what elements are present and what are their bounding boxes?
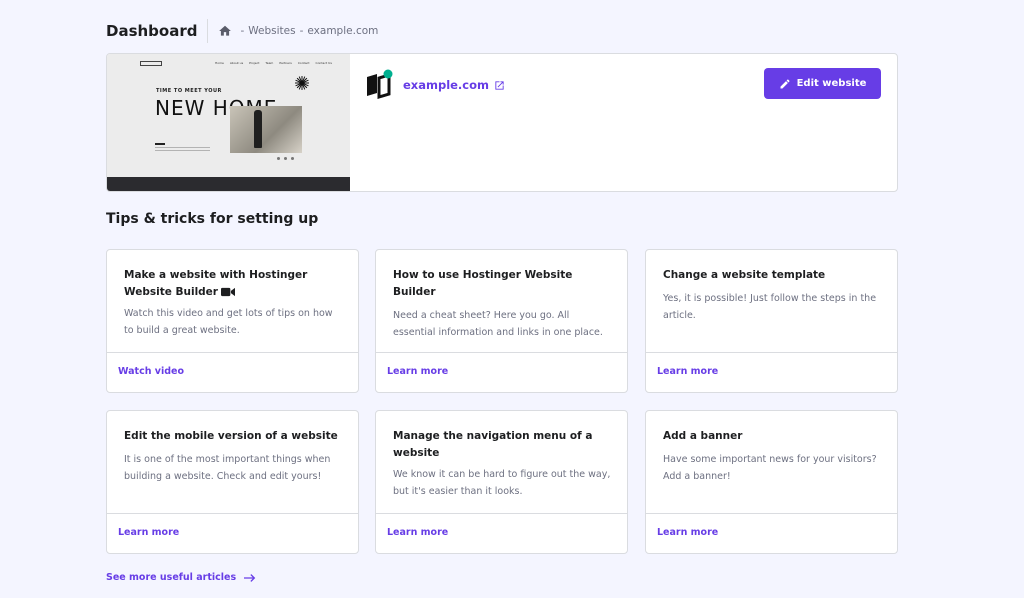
starburst-icon (295, 76, 309, 90)
tip-card-description: Watch this video and get lots of tips on… (124, 305, 344, 339)
preview-nav: Home About us Project Team Partners Cont… (215, 61, 332, 65)
home-icon[interactable] (218, 24, 232, 38)
preview-nav-item: Home (215, 61, 224, 65)
learn-more-link[interactable]: Learn more (387, 366, 448, 377)
breadcrumb: - Websites - example.com (218, 24, 378, 38)
preview-nav-item: Project (249, 61, 259, 65)
learn-more-link[interactable]: Learn more (387, 527, 448, 538)
website-preview-thumbnail[interactable]: Home About us Project Team Partners Cont… (107, 54, 350, 192)
preview-footer-bar (107, 177, 350, 192)
preview-paragraph (155, 147, 210, 153)
tip-card-footer: Learn more (376, 513, 627, 554)
tip-card: Manage the navigation menu of a website … (375, 410, 628, 554)
video-camera-icon (221, 287, 235, 297)
tip-card-footer: Learn more (646, 352, 897, 393)
tip-card: Change a website template Yes, it is pos… (645, 249, 898, 393)
see-more-articles-link[interactable]: See more useful articles (106, 572, 256, 583)
tip-card-title: How to use Hostinger Website Builder (393, 267, 613, 301)
tip-card-description: Yes, it is possible! Just follow the ste… (663, 290, 883, 324)
preview-nav-item: Contact (298, 61, 310, 65)
breadcrumb-separator: - (300, 25, 304, 37)
preview-nav-item: Team (265, 61, 273, 65)
website-domain[interactable]: example.com (403, 78, 489, 92)
tip-card-title: Make a website with Hostinger Website Bu… (124, 267, 344, 301)
preview-nav-item: Partners (279, 61, 291, 65)
preview-nav-item: Contact Us (316, 61, 332, 65)
preview-carousel-dots (277, 157, 294, 160)
tip-card-description: We know it can be hard to figure out the… (393, 466, 613, 500)
preview-logo (140, 61, 162, 66)
learn-more-link[interactable]: Learn more (118, 527, 179, 538)
external-link-icon[interactable] (494, 80, 505, 91)
tip-card: Add a banner Have some important news fo… (645, 410, 898, 554)
learn-more-link[interactable]: Learn more (657, 366, 718, 377)
preview-photo (230, 106, 302, 153)
tip-card-title: Add a banner (663, 428, 883, 445)
header: Dashboard - Websites - example.com (106, 18, 378, 44)
breadcrumb-separator: - (240, 25, 244, 37)
website-logo-icon (365, 69, 393, 99)
edit-website-button[interactable]: Edit website (764, 68, 881, 99)
tip-card-footer: Learn more (646, 513, 897, 554)
tip-card-title: Edit the mobile version of a website (124, 428, 344, 445)
website-domain-link[interactable]: example.com (403, 78, 505, 92)
tip-card: Make a website with Hostinger Website Bu… (106, 249, 359, 393)
tip-card-title: Manage the navigation menu of a website (393, 428, 613, 462)
preview-small-heading: TIME TO MEET YOUR (156, 88, 222, 94)
website-card: Home About us Project Team Partners Cont… (106, 53, 898, 192)
breadcrumb-websites[interactable]: Websites (248, 25, 295, 37)
tip-card-footer: Learn more (107, 513, 358, 554)
breadcrumb-domain: example.com (307, 25, 378, 37)
tip-card-footer: Watch video (107, 352, 358, 393)
tip-card-description: Have some important news for your visito… (663, 451, 883, 485)
page-title: Dashboard (106, 19, 208, 43)
watch-video-link[interactable]: Watch video (118, 366, 184, 377)
see-more-articles-label[interactable]: See more useful articles (106, 572, 236, 583)
edit-website-label: Edit website (797, 78, 867, 89)
tip-card-footer: Learn more (376, 352, 627, 393)
tips-section-title: Tips & tricks for setting up (106, 211, 318, 227)
tip-card: How to use Hostinger Website Builder Nee… (375, 249, 628, 393)
tip-card: Edit the mobile version of a website It … (106, 410, 359, 554)
tip-card-description: Need a cheat sheet? Here you go. All ess… (393, 307, 613, 341)
preview-nav-item: About us (230, 61, 243, 65)
preview-dash (155, 143, 165, 145)
tip-card-title: Change a website template (663, 267, 883, 284)
pencil-icon (779, 78, 791, 90)
tip-card-description: It is one of the most important things w… (124, 451, 344, 485)
arrow-right-icon (244, 573, 256, 583)
learn-more-link[interactable]: Learn more (657, 527, 718, 538)
